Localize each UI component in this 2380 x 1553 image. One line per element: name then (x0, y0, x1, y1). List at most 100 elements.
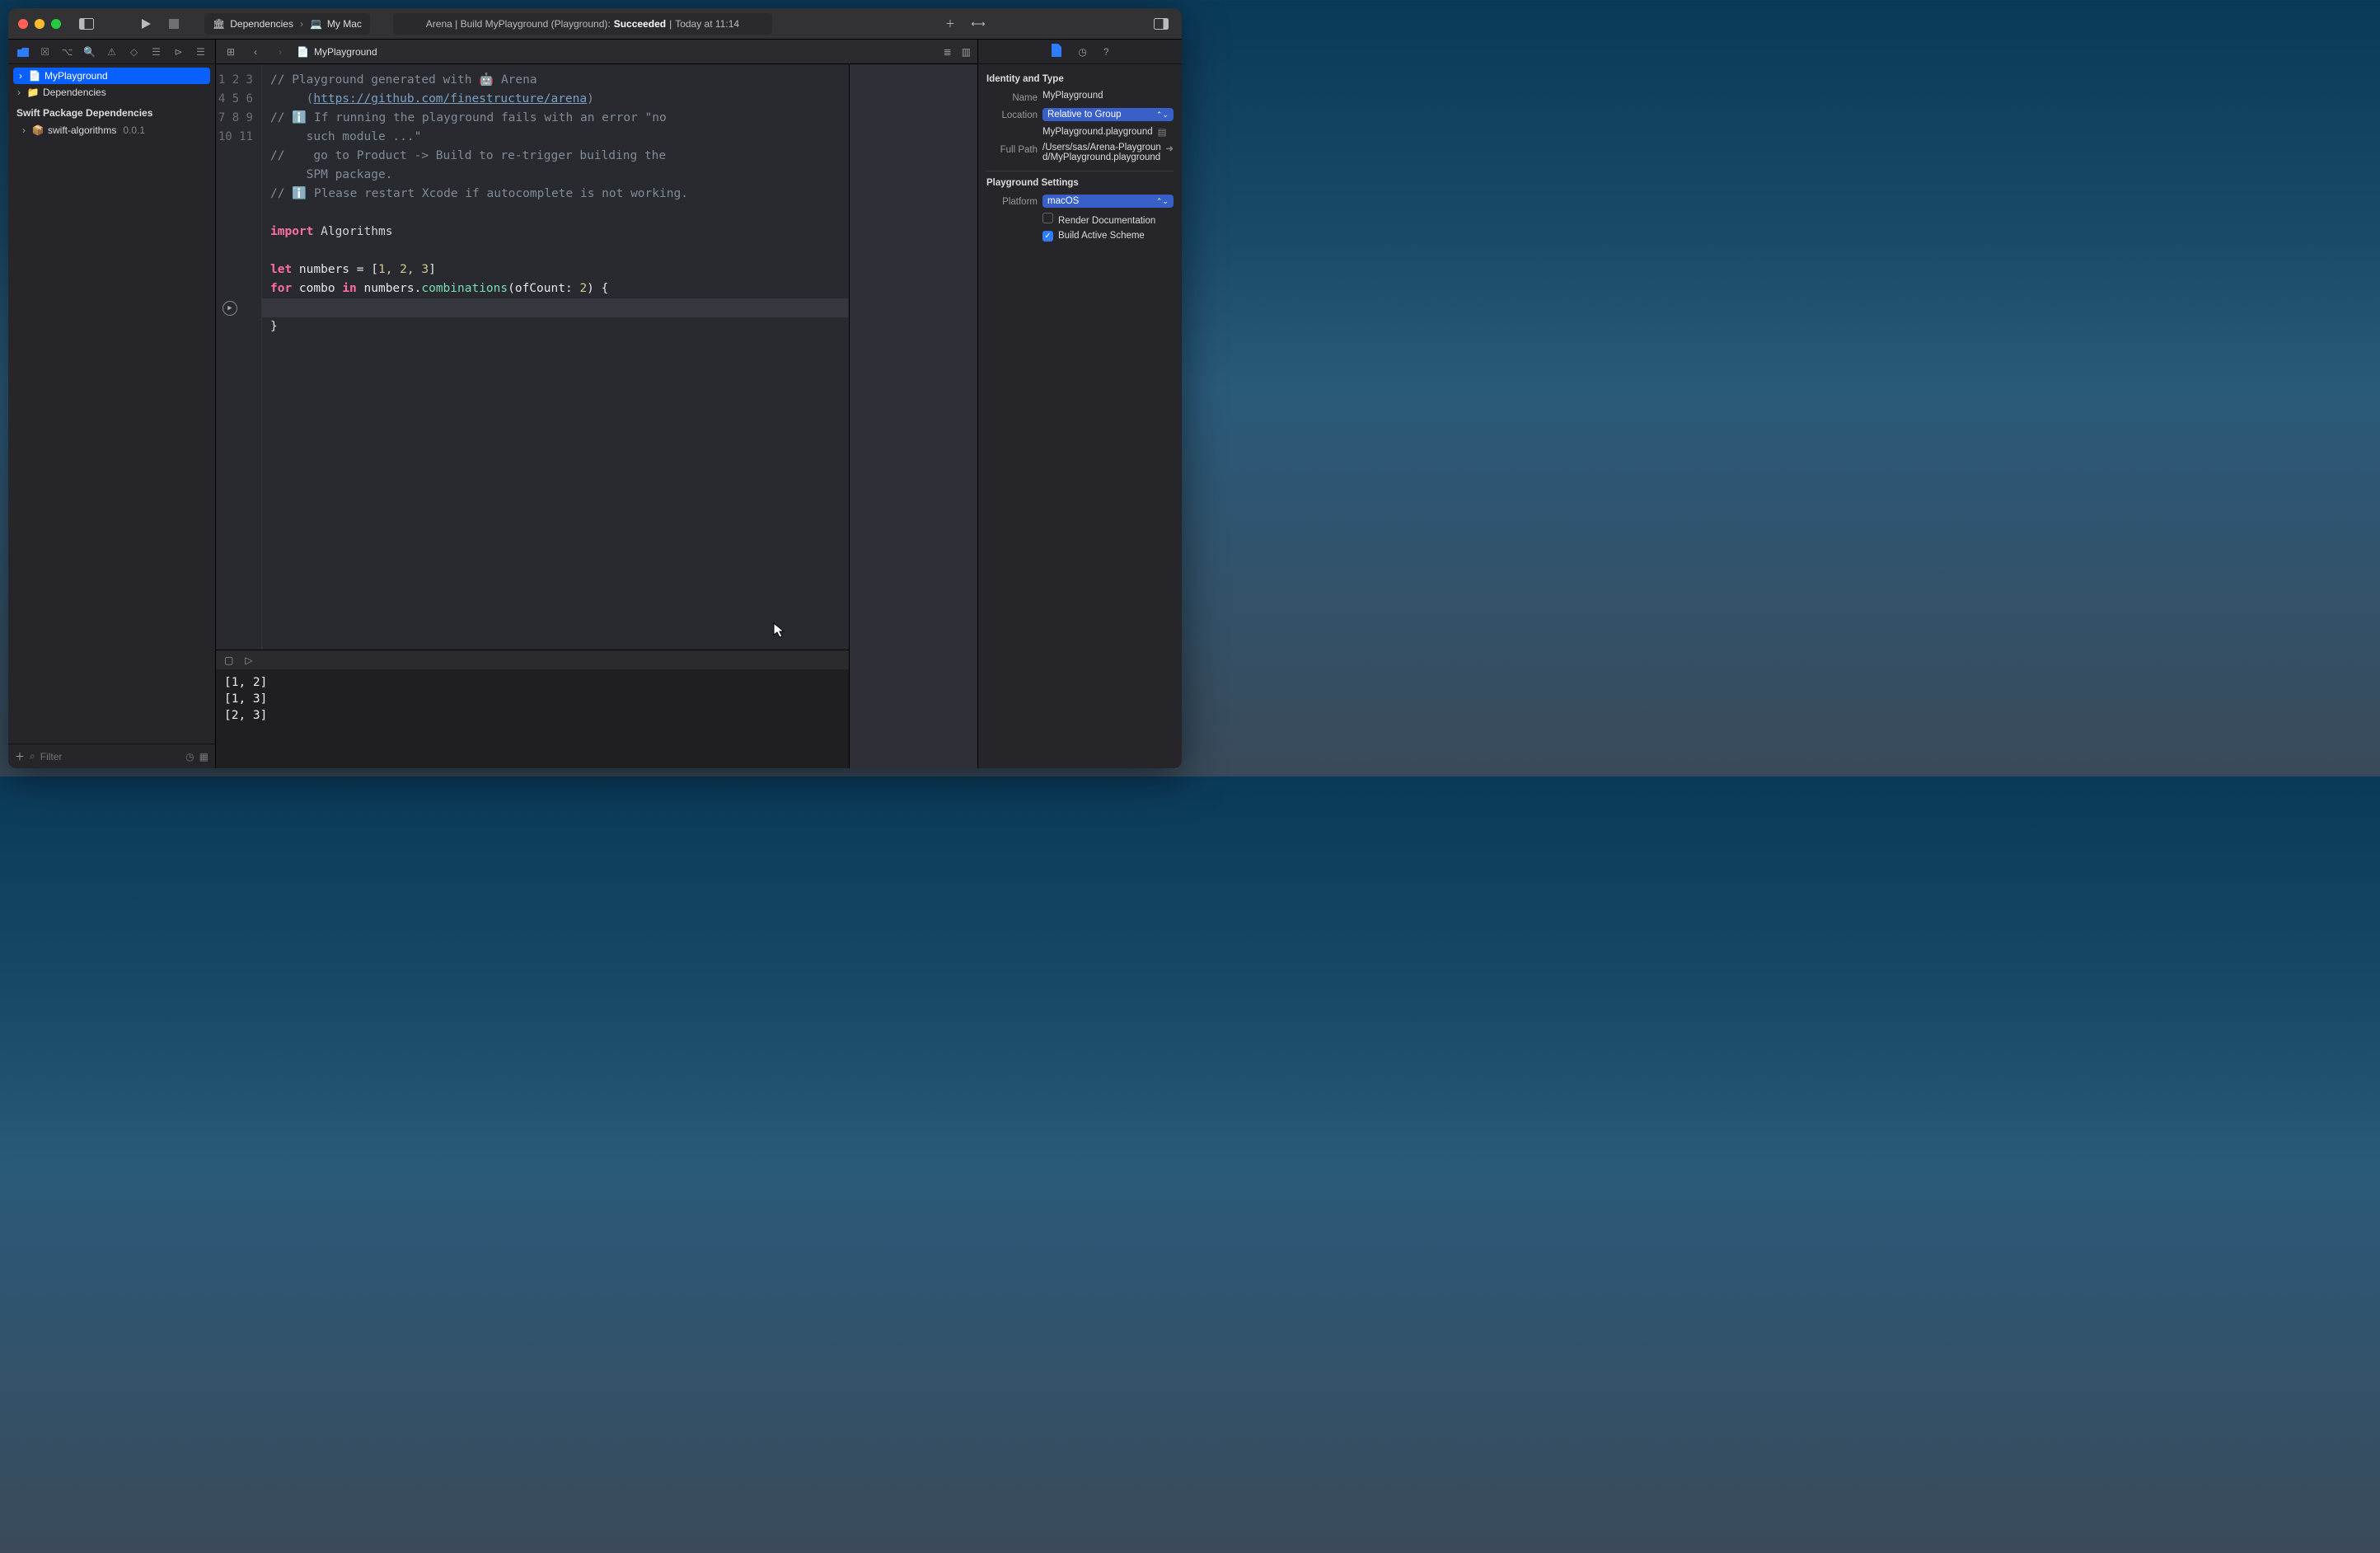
build-active-checkbox-row[interactable]: ✓Build Active Scheme (1042, 231, 1174, 242)
location-sub-value: MyPlayground.playground (1042, 127, 1153, 137)
render-doc-checkbox-row[interactable]: Render Documentation (1042, 213, 1174, 226)
jump-bar-file: MyPlayground (314, 46, 377, 58)
project-navigator-tab[interactable] (15, 44, 31, 60)
tree-item-dependencies[interactable]: › 📁 Dependencies (8, 84, 215, 101)
status-result: Succeeded (614, 18, 666, 30)
report-navigator-tab[interactable]: ☰ (193, 44, 209, 60)
run-playground-button[interactable]: ▷ (245, 655, 252, 666)
minimap-toggle-button[interactable]: ≣ (944, 46, 952, 58)
add-button[interactable]: ＋ (939, 13, 961, 35)
symbol-navigator-tab[interactable]: ⌥ (59, 44, 76, 60)
folder-picker-button[interactable]: ▤ (1158, 126, 1167, 138)
related-items-button[interactable]: ⊞ (223, 46, 239, 58)
playground-settings-header: Playground Settings (986, 171, 1174, 188)
playground-file-icon: 📄 (28, 69, 41, 82)
toggle-left-panel-button[interactable] (76, 13, 97, 35)
breakpoint-navigator-tab[interactable]: ⊳ (171, 44, 187, 60)
forward-button[interactable]: › (272, 46, 288, 58)
platform-label: Platform (986, 195, 1038, 207)
fullpath-label: Full Path (986, 143, 1038, 155)
run-button[interactable] (135, 13, 157, 35)
disclosure-triangle-icon[interactable]: › (16, 70, 25, 82)
disclosure-triangle-icon[interactable]: › (15, 87, 23, 98)
issue-navigator-tab[interactable]: ⚠ (104, 44, 120, 60)
folder-icon: 📁 (26, 86, 40, 99)
filter-input[interactable] (40, 751, 180, 762)
navigator-tabs: ☒ ⌥ 🔍 ⚠ ◇ ☰ ⊳ ☰ (8, 40, 215, 64)
status-prefix: Arena | Build MyPlayground (Playground): (426, 18, 611, 30)
playground-file-icon: 📄 (297, 46, 309, 58)
tree-label: swift-algorithms (48, 124, 116, 136)
identity-section-header: Identity and Type (986, 74, 1174, 84)
chevron-right-icon: › (300, 18, 303, 30)
scheme-selector[interactable]: 🏛 Dependencies › 💻 My Mac (204, 13, 370, 35)
chevron-updown-icon: ⌃⌄ (1156, 110, 1169, 120)
editor-options-button[interactable]: ▥ (962, 46, 971, 58)
package-deps-header: Swift Package Dependencies (8, 101, 215, 122)
toolbar: 🏛 Dependencies › 💻 My Mac Arena | Build … (8, 8, 1182, 40)
scheme-target: Dependencies (230, 18, 293, 30)
close-window-button[interactable] (18, 19, 28, 29)
back-button[interactable]: ‹ (247, 46, 264, 58)
scheme-device: My Mac (327, 18, 362, 30)
name-value[interactable]: MyPlayground (1042, 91, 1174, 101)
history-inspector-tab[interactable]: ◷ (1078, 46, 1086, 58)
status-time: Today at 11:14 (675, 18, 739, 30)
status-divider: | (669, 18, 672, 30)
playground-results-sidebar[interactable] (849, 64, 977, 768)
project-tree[interactable]: › 📄 MyPlayground › 📁 Dependencies Swift … (8, 64, 215, 744)
recent-filter-button[interactable]: ◷ (185, 751, 194, 762)
console-output[interactable]: [1, 2] [1, 3] [2, 3] (216, 669, 849, 768)
line-gutter: 1 2 3 4 5 6 7 8 9 10 11 ▶ (216, 64, 262, 650)
code-review-button[interactable]: ⟷ (967, 13, 989, 35)
debug-bar: ▢ ▷ (216, 650, 849, 669)
window-traffic-lights (18, 19, 61, 29)
tree-item-swift-algorithms[interactable]: › 📦 swift-algorithms 0.0.1 (8, 122, 215, 138)
help-inspector-tab[interactable]: ? (1103, 46, 1109, 58)
stop-button[interactable] (163, 13, 185, 35)
fullpath-value: /Users/sas/Arena-Playground/MyPlayground… (1042, 143, 1162, 162)
filter-icon: ⌕ (30, 750, 35, 762)
jump-bar: ⊞ ‹ › 📄 MyPlayground ≣ ▥ (216, 40, 977, 64)
test-navigator-tab[interactable]: ◇ (126, 44, 143, 60)
navigator-panel: ☒ ⌥ 🔍 ⚠ ◇ ☰ ⊳ ☰ › 📄 MyPlayground › 📁 Dep (8, 40, 216, 768)
editor-area: ⊞ ‹ › 📄 MyPlayground ≣ ▥ 1 2 3 4 5 6 7 8… (216, 40, 977, 768)
minimize-window-button[interactable] (35, 19, 45, 29)
file-inspector-tab[interactable] (1051, 44, 1061, 59)
scm-filter-button[interactable]: ▦ (199, 751, 208, 762)
source-control-navigator-tab[interactable]: ☒ (37, 44, 54, 60)
disclosure-triangle-icon[interactable]: › (20, 124, 28, 136)
code-editor[interactable]: 1 2 3 4 5 6 7 8 9 10 11 ▶ // Playground … (216, 64, 849, 650)
activity-status[interactable]: Arena | Build MyPlayground (Playground):… (393, 13, 772, 35)
tree-label: MyPlayground (45, 70, 108, 82)
zoom-window-button[interactable] (51, 19, 61, 29)
column-icon: 🏛 (213, 18, 225, 30)
toggle-debug-area-button[interactable]: ▢ (224, 655, 233, 666)
platform-select[interactable]: macOS ⌃⌄ (1042, 195, 1174, 208)
inspector-tabs: ◷ ? (978, 40, 1182, 64)
package-version: 0.0.1 (123, 124, 145, 136)
chevron-updown-icon: ⌃⌄ (1156, 197, 1169, 206)
laptop-icon: 💻 (310, 18, 322, 30)
tree-item-myplayground[interactable]: › 📄 MyPlayground (13, 68, 210, 84)
render-doc-checkbox[interactable] (1042, 213, 1053, 223)
reveal-in-finder-button[interactable]: ➜ (1165, 143, 1174, 162)
build-active-checkbox[interactable]: ✓ (1042, 231, 1053, 242)
inspector-panel: ◷ ? Identity and Type Name MyPlayground … (977, 40, 1182, 768)
jump-bar-path[interactable]: 📄 MyPlayground (297, 46, 377, 58)
location-select[interactable]: Relative to Group ⌃⌄ (1042, 108, 1174, 121)
find-navigator-tab[interactable]: 🔍 (82, 44, 98, 60)
play-line-button[interactable]: ▶ (223, 301, 237, 316)
xcode-window: 🏛 Dependencies › 💻 My Mac Arena | Build … (8, 8, 1182, 768)
toggle-right-panel-button[interactable] (1150, 13, 1172, 35)
name-label: Name (986, 91, 1038, 103)
current-line-highlight (262, 298, 849, 317)
debug-navigator-tab[interactable]: ☰ (148, 44, 165, 60)
code-content[interactable]: // Playground generated with 🤖 Arena (ht… (262, 64, 849, 650)
package-icon: 📦 (31, 124, 45, 137)
tree-label: Dependencies (43, 87, 106, 98)
inspector-body: Identity and Type Name MyPlayground Loca… (978, 64, 1182, 253)
add-file-button[interactable]: ＋ (15, 749, 25, 763)
location-label: Location (986, 108, 1038, 120)
navigator-filter-bar: ＋ ⌕ ◷ ▦ (8, 744, 215, 768)
